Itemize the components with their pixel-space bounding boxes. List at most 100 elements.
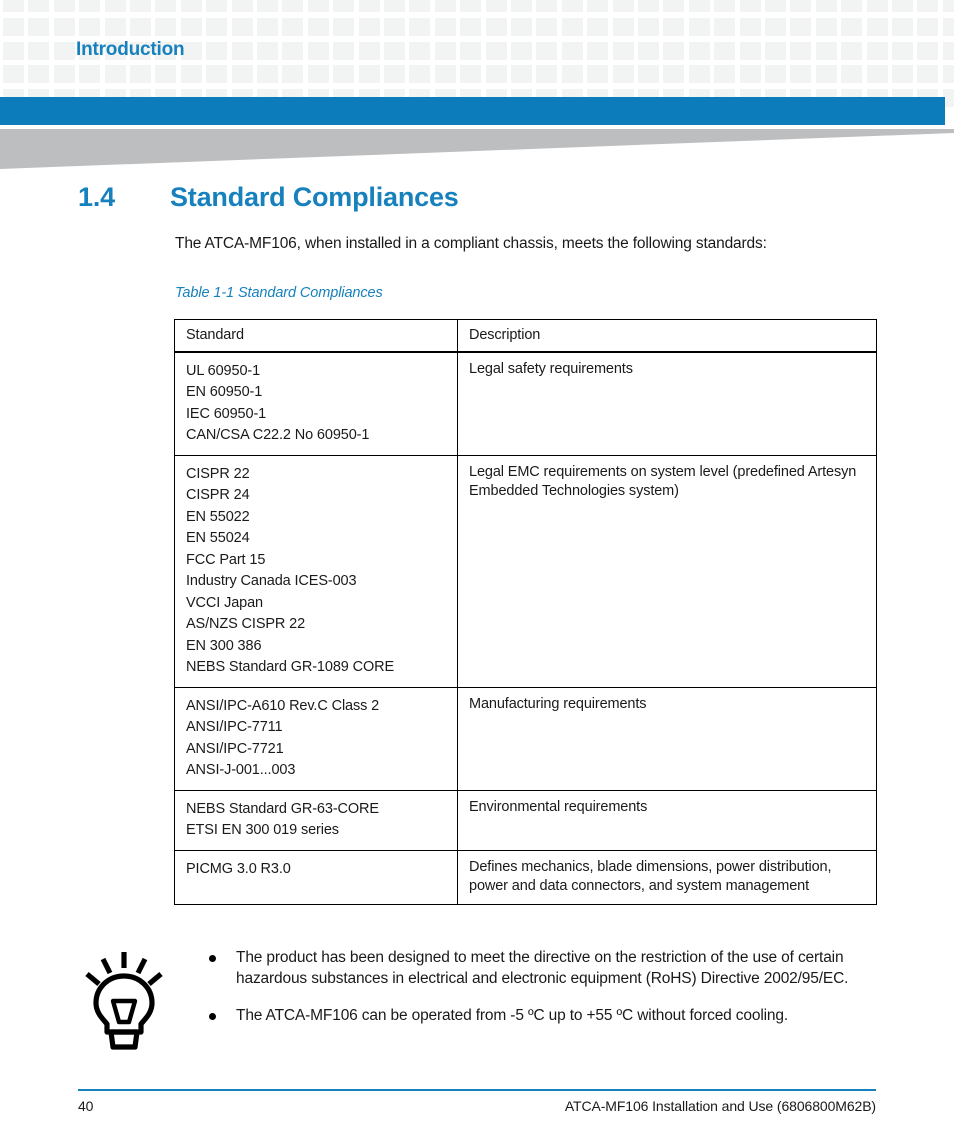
header-pattern-square	[866, 0, 888, 12]
header-pattern-square	[155, 17, 177, 36]
header-pattern-square	[688, 65, 710, 84]
header-pattern-square	[79, 0, 101, 12]
header-pattern-square	[282, 65, 304, 84]
header-pattern-square	[307, 17, 329, 36]
header-pattern-square	[612, 65, 634, 84]
header-pattern-square	[942, 0, 954, 12]
header-pattern-square	[130, 65, 151, 84]
header-pattern-square	[511, 65, 532, 84]
standard-entry: UL 60950-1	[186, 362, 261, 379]
description-text: Environmental requirements	[469, 799, 648, 815]
header-pattern-square	[917, 0, 939, 12]
header-pattern-square	[942, 65, 954, 84]
header-gray-wedge	[0, 129, 954, 169]
header-pattern-square	[231, 0, 253, 12]
header-pattern-square	[714, 65, 736, 84]
header-pattern-square	[663, 0, 685, 12]
header-pattern-square	[358, 41, 380, 60]
header-pattern-square	[892, 65, 913, 84]
header-pattern-square	[180, 17, 202, 36]
header-pattern-square	[282, 0, 304, 12]
header-pattern-square	[3, 17, 24, 36]
header-pattern-square	[942, 41, 954, 60]
header-pattern-square	[765, 41, 786, 60]
header-pattern-square	[3, 65, 24, 84]
cell-description: Environmental requirements	[457, 790, 877, 851]
note-item-text: The ATCA-MF106 can be operated from -5 º…	[236, 1007, 789, 1025]
header-pattern-square	[612, 41, 634, 60]
header-pattern-square	[79, 17, 101, 36]
header-pattern-square	[79, 65, 101, 84]
header-pattern-square	[3, 41, 24, 60]
header-pattern-square	[536, 65, 558, 84]
header-pattern-square	[307, 41, 329, 60]
header-pattern-square	[384, 0, 405, 12]
standard-entry: ANSI/IPC-7721	[186, 740, 284, 757]
header-pattern-square	[892, 17, 913, 36]
header-pattern-square	[53, 17, 75, 36]
header-pattern-square	[714, 0, 736, 12]
header-pattern-square	[866, 65, 888, 84]
lightbulb-tip-icon	[85, 952, 163, 1050]
header-pattern-square	[917, 41, 939, 60]
header-pattern-square	[638, 0, 659, 12]
header-pattern-square	[333, 17, 355, 36]
table-row: ANSI/IPC-A610 Rev.C Class 2 ANSI/IPC-7711…	[174, 687, 877, 791]
header-pattern-square	[282, 17, 304, 36]
header-pattern-square	[790, 65, 812, 84]
header-pattern-square	[536, 41, 558, 60]
header-pattern-square	[333, 65, 355, 84]
standard-entry: EN 60950-1	[186, 384, 263, 400]
header-pattern-square	[460, 41, 482, 60]
header-pattern-square	[790, 17, 812, 36]
header-pattern-square	[739, 65, 761, 84]
header-pattern-square	[130, 0, 151, 12]
header-pattern-square	[612, 0, 634, 12]
header-pattern-square	[587, 17, 609, 36]
header-pattern-square	[206, 65, 228, 84]
header-pattern-square	[866, 17, 888, 36]
header-pattern-square	[765, 0, 786, 12]
section-title: Standard Compliances	[170, 182, 459, 212]
header-pattern-square	[155, 0, 177, 12]
header-pattern-square	[638, 65, 659, 84]
header-pattern-square	[257, 0, 278, 12]
header-pattern-square	[460, 0, 482, 12]
header-pattern-square	[358, 17, 380, 36]
header-pattern-square	[587, 0, 609, 12]
cell-description: Manufacturing requirements	[457, 687, 877, 791]
header-pattern-square	[53, 41, 75, 60]
column-header-description: Description	[457, 319, 877, 353]
standard-entry: ANSI-J-001...003	[186, 762, 296, 778]
standard-entry: PICMG 3.0 R3.0	[186, 860, 291, 877]
table-row: UL 60950-1 EN 60950-1 IEC 60950-1 CAN/CSA C…	[174, 352, 877, 456]
header-pattern-square	[663, 41, 685, 60]
note-item: The product has been designed to meet th…	[204, 948, 894, 989]
header-pattern-square	[104, 0, 126, 12]
header-pattern-square	[841, 65, 863, 84]
header-pattern-square	[587, 65, 609, 84]
header-pattern-square	[485, 65, 507, 84]
header-pattern-square	[180, 65, 202, 84]
header-pattern-square	[206, 17, 228, 36]
cell-standard: NEBS Standard GR-63-CORE ETSI EN 300 019 …	[174, 790, 458, 851]
standard-compliances-table: Standard Description UL 60950-1 EN 60950-…	[174, 319, 877, 906]
header-pattern-square	[384, 17, 405, 36]
header-pattern-square	[231, 65, 253, 84]
header-pattern-square	[53, 65, 75, 84]
header-pattern-square	[815, 17, 837, 36]
header-pattern-square	[28, 0, 50, 12]
header-pattern-square	[434, 41, 456, 60]
bullet-icon	[209, 955, 216, 962]
header-pattern-square	[434, 0, 456, 12]
header-pattern-square	[892, 41, 913, 60]
header-pattern-square	[257, 17, 278, 36]
header-pattern-square	[688, 0, 710, 12]
table-header-row: Standard Description	[174, 319, 877, 353]
header-pattern-square	[409, 0, 431, 12]
standard-entry: NEBS Standard GR-1089 CORE	[186, 659, 395, 675]
standard-entry: AS/NZS CISPR 22	[186, 616, 306, 632]
header-pattern-square	[688, 41, 710, 60]
standard-entry: EN 55024	[186, 530, 250, 546]
header-pattern-square	[739, 0, 761, 12]
